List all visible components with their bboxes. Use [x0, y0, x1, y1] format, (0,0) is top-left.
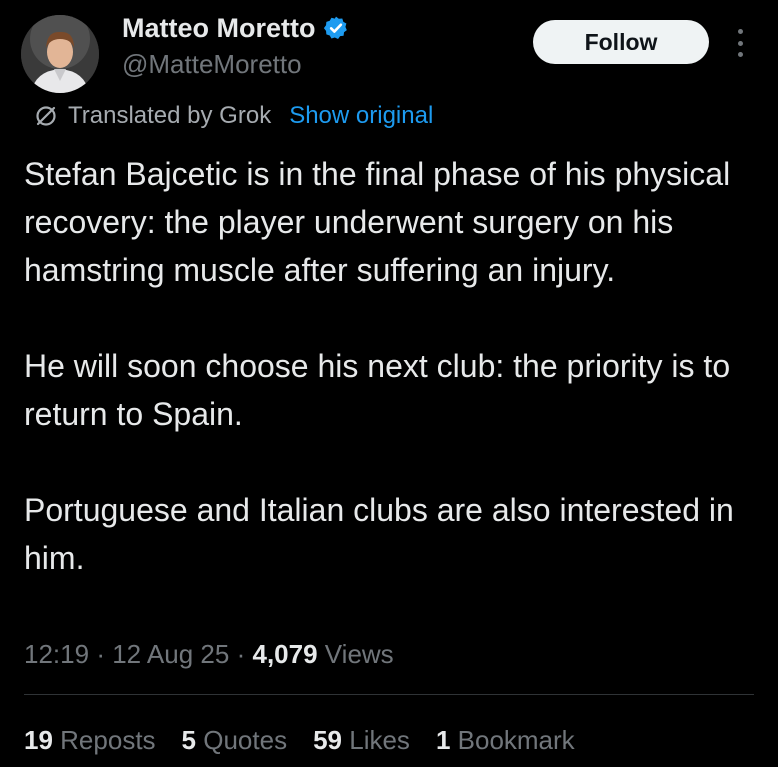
quotes-label: Quotes: [203, 725, 288, 755]
meta-separator: ·: [96, 639, 105, 669]
avatar[interactable]: [21, 15, 99, 93]
divider: [24, 694, 754, 695]
reposts-label: Reposts: [60, 725, 156, 755]
reposts-count: 19: [24, 725, 53, 755]
meta-separator: ·: [236, 639, 246, 669]
author-name-row: Matteo Moretto: [122, 8, 349, 48]
tweet-time[interactable]: 12:19: [24, 639, 89, 669]
tweet-paragraph: He will soon choose his next club: the p…: [24, 348, 731, 432]
translated-by-label: Translated by Grok: [68, 102, 272, 129]
more-dot: [737, 40, 743, 46]
tweet-text: Stefan Bajcetic is in the final phase of…: [24, 150, 744, 582]
likes-label: Likes: [349, 725, 410, 755]
reposts-stat[interactable]: 19 Reposts: [24, 720, 156, 760]
engagement-stats: 19 Reposts 5 Quotes 59 Likes 1 Bookmark: [24, 720, 601, 760]
quotes-count: 5: [181, 725, 197, 755]
more-options-icon[interactable]: [730, 26, 750, 60]
more-dot: [737, 52, 743, 57]
display-name[interactable]: Matteo Moretto: [122, 8, 315, 48]
follow-button[interactable]: Follow: [533, 20, 709, 64]
views-label: Views: [324, 639, 394, 669]
likes-stat[interactable]: 59 Likes: [313, 720, 410, 760]
bookmarks-count: 1: [435, 725, 451, 755]
likes-count: 59: [313, 725, 342, 755]
tweet-paragraph: Stefan Bajcetic is in the final phase of…: [24, 156, 731, 288]
tweet-paragraph: Portuguese and Italian clubs are also in…: [24, 492, 734, 576]
translation-bar: Translated by Grok Show original: [34, 98, 433, 134]
translate-icon: [36, 106, 56, 126]
quotes-stat[interactable]: 5 Quotes: [182, 720, 288, 760]
views-count: 4,079: [252, 639, 318, 669]
avatar-image: [21, 15, 99, 93]
more-dot: [737, 29, 743, 34]
bookmarks-stat[interactable]: 1 Bookmark: [436, 720, 575, 760]
show-original-link[interactable]: Show original: [289, 102, 433, 130]
verified-badge-icon: [324, 16, 348, 39]
tweet-meta: 12:19 · 12 Aug 25 · 4,079 Views: [24, 634, 394, 674]
tweet-date[interactable]: 12 Aug 25: [112, 639, 229, 669]
bookmarks-label: Bookmark: [457, 725, 575, 755]
author-handle[interactable]: @MatteMoretto: [122, 46, 302, 82]
